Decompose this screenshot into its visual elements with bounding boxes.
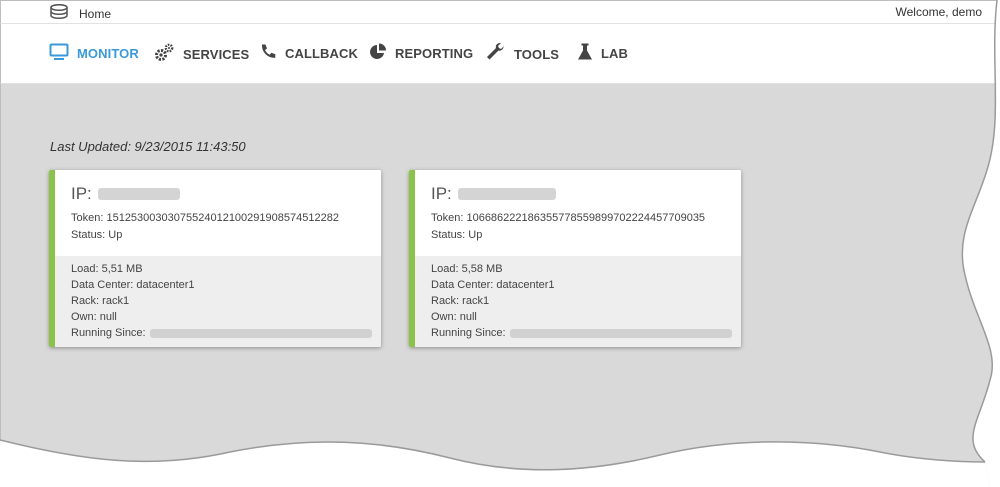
app-window: Home Welcome, demo MONITOR SERVICES CALL… <box>0 0 1000 487</box>
torn-edge-decoration <box>0 0 1000 487</box>
